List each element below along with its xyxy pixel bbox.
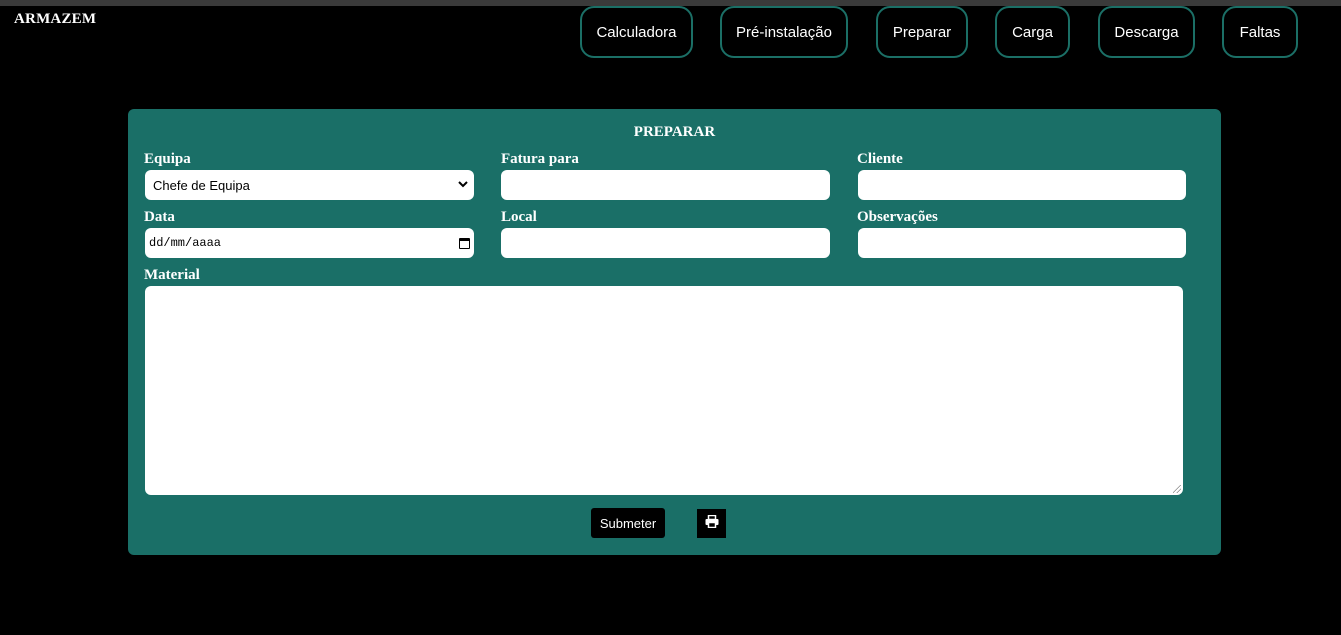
observacoes-input[interactable] xyxy=(858,228,1186,258)
form-title: PREPARAR xyxy=(633,124,716,140)
print-button[interactable] xyxy=(697,509,726,538)
equipa-label: Equipa xyxy=(144,151,191,167)
fatura-para-input[interactable] xyxy=(501,170,830,200)
nav-calculadora-button[interactable]: Calculadora xyxy=(580,6,693,58)
calendar-icon[interactable] xyxy=(459,237,470,249)
nav-preparar-button[interactable]: Preparar xyxy=(876,6,968,58)
data-label: Data xyxy=(144,209,175,225)
equipa-select[interactable]: Chefe de Equipa xyxy=(145,170,474,200)
local-label: Local xyxy=(501,209,537,225)
nav-carga-button[interactable]: Carga xyxy=(995,6,1070,58)
nav-descarga-button[interactable]: Descarga xyxy=(1098,6,1195,58)
equipa-selected-value: Chefe de Equipa xyxy=(153,177,250,193)
cliente-label: Cliente xyxy=(857,151,903,167)
observacoes-label: Observações xyxy=(857,209,938,225)
nav-faltas-button[interactable]: Faltas xyxy=(1222,6,1298,58)
print-icon xyxy=(705,514,719,533)
local-input[interactable] xyxy=(501,228,830,258)
nav-pre-instalacao-button[interactable]: Pré-instalação xyxy=(720,6,848,58)
fatura-para-label: Fatura para xyxy=(501,151,579,167)
material-textarea[interactable] xyxy=(145,286,1183,495)
submit-button[interactable]: Submeter xyxy=(591,508,665,538)
resize-handle-icon[interactable] xyxy=(1173,485,1181,493)
chevron-down-icon xyxy=(458,179,468,191)
data-date-input[interactable]: dd/mm/aaaa xyxy=(145,228,474,258)
brand-logo[interactable]: ARMAZEM xyxy=(14,11,96,28)
preparar-form-panel: PREPARAR Equipa Chefe de Equipa Fatura p… xyxy=(128,109,1221,555)
date-placeholder: dd/mm/aaaa xyxy=(149,236,222,250)
cliente-input[interactable] xyxy=(858,170,1186,200)
material-label: Material xyxy=(144,267,200,283)
